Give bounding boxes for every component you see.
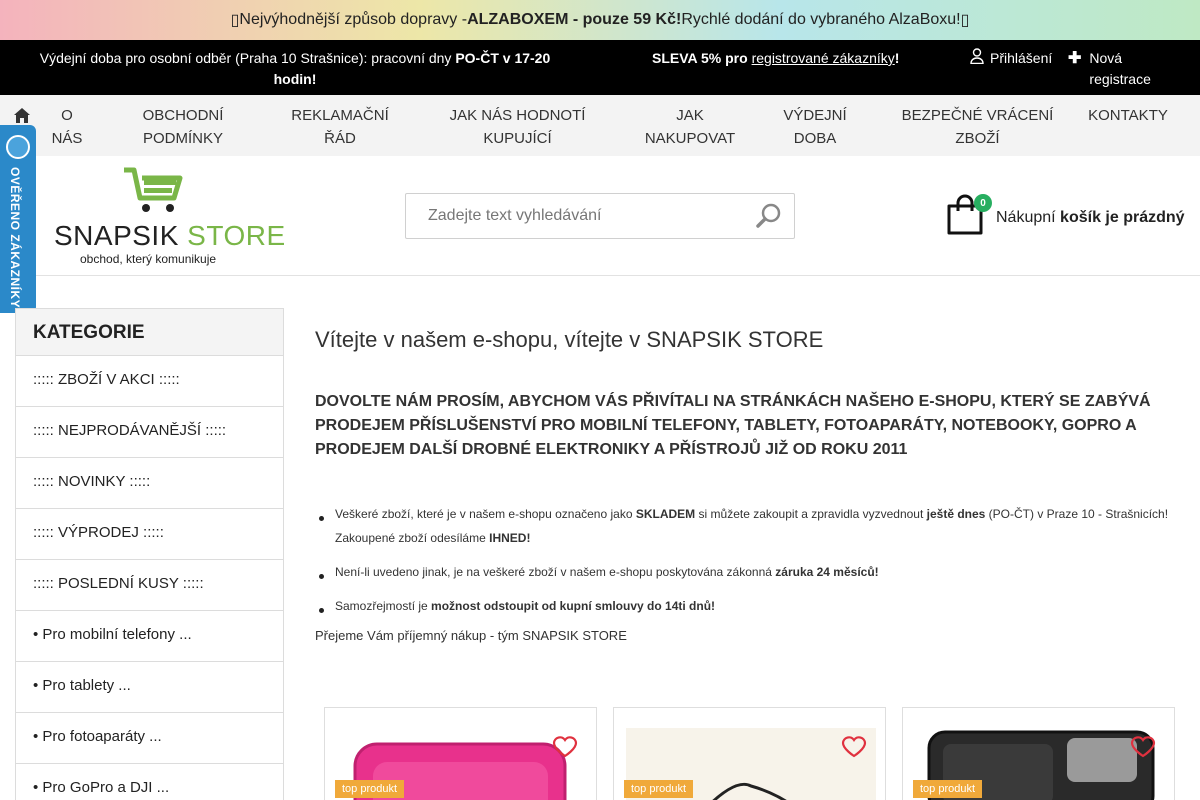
category-sale[interactable]: ::::: VÝPRODEJ :::::: [16, 509, 283, 560]
list-item: Není-li uvedeno jinak, je na veškeré zbo…: [315, 560, 1175, 584]
search-icon[interactable]: [756, 203, 782, 234]
nav-safe-return[interactable]: Bezpečné vrácení zboží: [895, 104, 1060, 150]
nav-how-to-buy[interactable]: Jak nakupovat: [640, 104, 740, 150]
product-tag: top produkt: [335, 780, 405, 798]
benefit-list: Veškeré zboží, které je v našem e-shopu …: [315, 502, 1175, 618]
category-cameras[interactable]: • Pro fotoaparáty ...: [16, 713, 283, 764]
category-phones[interactable]: • Pro mobilní telefony ...: [16, 611, 283, 662]
user-icon: [970, 48, 984, 70]
search-box: [405, 193, 795, 239]
top-info-bar: Výdejní doba pro osobní odběr (Praha 10 …: [0, 40, 1200, 95]
cart-count-badge: 0: [974, 194, 992, 212]
welcome-content: Vítejte v našem e-shopu, vítejte v SNAPS…: [315, 325, 1175, 643]
banner-suffix: Rychlé dodání do vybraného AlzaBoxu!: [681, 11, 961, 28]
nav-reviews[interactable]: Jak nás hodnotí kupující: [440, 104, 595, 150]
heart-icon[interactable]: [841, 735, 867, 763]
main-nav: O nás Obchodní podmínky Reklamační řád J…: [0, 95, 1200, 156]
nav-contacts[interactable]: Kontakty: [1084, 104, 1172, 127]
category-gopro-dji[interactable]: • Pro GoPro a DJI ...: [16, 764, 283, 800]
category-tablets[interactable]: • Pro tablety ...: [16, 662, 283, 713]
nav-terms[interactable]: Obchodní podmínky: [128, 104, 238, 150]
cart-status: Nákupní košík je prázdný: [996, 208, 1185, 226]
product-card[interactable]: top produkt: [324, 707, 597, 800]
search-input[interactable]: [406, 194, 736, 238]
category-new[interactable]: ::::: NOVINKY :::::: [16, 458, 283, 509]
site-header: SNAPSIK STORE obchod, který komunikuje 0…: [0, 156, 1200, 276]
sale-notice: SLEVA 5% pro registrované zákazníky!: [652, 50, 900, 66]
thanks-text: Přejeme Vám příjemný nákup - tým SNAPSIK…: [315, 628, 627, 643]
welcome-headline: Dovolte nám prosím, abychom vás přivítal…: [315, 393, 1151, 458]
product-tag: top produkt: [624, 780, 694, 798]
login-link[interactable]: Přihlášení: [970, 48, 1052, 70]
logo-tagline: obchod, který komunikuje: [80, 252, 217, 266]
shopping-cart[interactable]: 0 Nákupní košík je prázdný: [946, 194, 1185, 241]
logo-wordmark: SNAPSIK STORE: [54, 220, 286, 251]
store-logo[interactable]: SNAPSIK STORE obchod, který komunikuje: [54, 166, 285, 266]
heart-icon[interactable]: [552, 735, 578, 763]
heureka-seal-icon: [6, 135, 30, 159]
category-bestsellers[interactable]: ::::: NEJPRODÁVANĚJŠÍ :::::: [16, 407, 283, 458]
truck-icon: ▯: [960, 12, 970, 29]
heart-icon[interactable]: [1130, 735, 1156, 763]
promo-banner[interactable]: ▯ Nejvýhodnější způsob dopravy - ALZABOX…: [0, 0, 1200, 40]
nav-about[interactable]: O nás: [48, 104, 86, 150]
banner-prefix: Nejvýhodnější způsob dopravy -: [239, 11, 468, 28]
list-item: Veškeré zboží, které je v našem e-shopu …: [315, 502, 1175, 550]
pickup-hours: Výdejní doba pro osobní odběr (Praha 10 …: [39, 50, 551, 87]
product-card[interactable]: top produkt: [902, 707, 1175, 800]
register-link[interactable]: ✚ Nová registrace: [1068, 48, 1159, 90]
nav-complaints[interactable]: Reklamační řád: [280, 104, 400, 150]
cart-logo-icon: [124, 167, 183, 212]
page-title: Vítejte v našem e-shopu, vítejte v SNAPS…: [315, 327, 824, 352]
product-card[interactable]: top produkt: [613, 707, 886, 800]
sidebar-title: KATEGORIE: [16, 309, 283, 356]
nav-pickup-time[interactable]: Výdejní doba: [772, 104, 858, 150]
category-sidebar: KATEGORIE ::::: ZBOŽÍ V AKCI ::::: :::::…: [15, 308, 284, 800]
verified-customers-badge[interactable]: OVĚŘENO ZÁKAZNÍKY: [0, 125, 36, 313]
verified-label: OVĚŘENO ZÁKAZNÍKY: [8, 167, 22, 309]
banner-highlight: ALZABOXEM - pouze 59 Kč!: [467, 11, 682, 28]
plus-icon: ✚: [1068, 50, 1082, 67]
product-tag: top produkt: [913, 780, 983, 798]
truck-icon: ▯: [230, 12, 240, 29]
category-last-pieces[interactable]: ::::: POSLEDNÍ KUSY :::::: [16, 560, 283, 611]
category-deals[interactable]: ::::: ZBOŽÍ V AKCI :::::: [16, 356, 283, 407]
registered-customers-link[interactable]: registrované zákazníky: [752, 50, 895, 66]
list-item: Samozřejmostí je možnost odstoupit od ku…: [315, 594, 1175, 618]
